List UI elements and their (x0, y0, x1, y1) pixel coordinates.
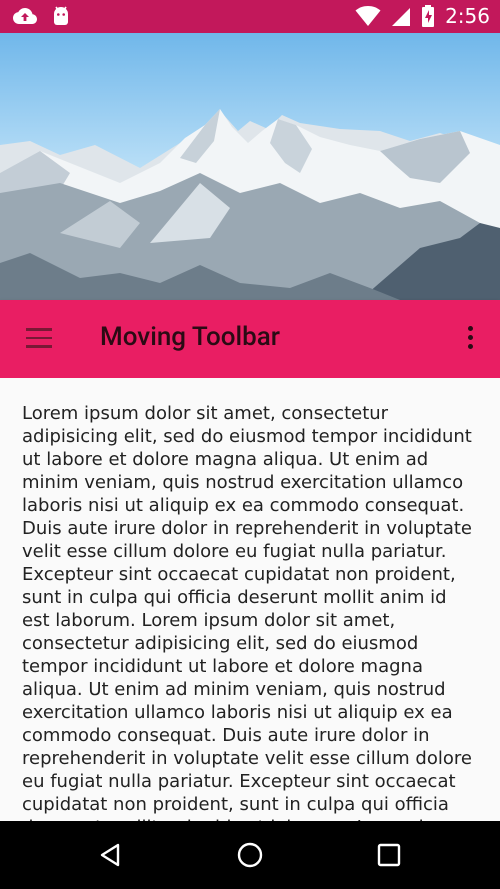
more-vert-icon[interactable] (468, 326, 474, 352)
mountain-illustration (0, 109, 500, 300)
toolbar: Moving Toolbar (0, 300, 500, 378)
body-text: Lorem ipsum dolor sit amet, consectetur … (22, 403, 473, 821)
back-icon[interactable] (97, 841, 125, 869)
scroll-content[interactable]: Lorem ipsum dolor sit amet, consectetur … (0, 378, 500, 821)
recents-icon[interactable] (375, 841, 403, 869)
cloud-upload-icon (13, 8, 37, 24)
toolbar-title: Moving Toolbar (100, 322, 280, 352)
status-bar: 2:56 (0, 0, 500, 33)
status-time: 2:56 (445, 4, 490, 28)
wifi-icon (355, 6, 381, 26)
home-icon[interactable] (236, 841, 264, 869)
header-image (0, 33, 500, 300)
hamburger-menu-icon[interactable] (26, 328, 52, 348)
navigation-bar (0, 821, 500, 889)
signal-icon (392, 8, 411, 26)
android-icon (54, 6, 68, 25)
battery-charging-icon (422, 5, 435, 27)
